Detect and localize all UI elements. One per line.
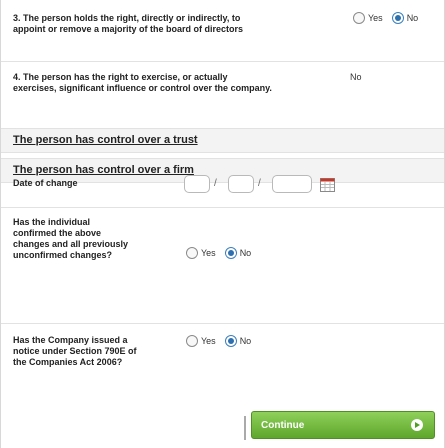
confirm-yes-label[interactable]: Yes bbox=[201, 248, 216, 258]
date-month-input[interactable] bbox=[228, 175, 254, 193]
date-day-input[interactable] bbox=[184, 175, 210, 193]
question-3-text: 3. The person holds the right, directly … bbox=[13, 13, 244, 34]
form-panel: 3. The person holds the right, directly … bbox=[0, 0, 445, 448]
firm-section-link[interactable]: The person has control over a firm bbox=[13, 164, 194, 176]
notice-question-text: Has the Company issued a notice under Se… bbox=[13, 335, 137, 367]
confirm-question-text: Has the individual confirmed the above c… bbox=[13, 217, 129, 260]
continue-button-label[interactable]: Continue bbox=[261, 420, 304, 431]
notice-no-radio[interactable] bbox=[224, 335, 237, 347]
question-4-text: 4. The person has the right to exercise,… bbox=[13, 72, 272, 93]
question-3-yes-radio[interactable] bbox=[353, 12, 365, 24]
divider bbox=[1, 323, 444, 324]
notice-yes-radio[interactable] bbox=[186, 335, 198, 347]
arrow-right-icon[interactable] bbox=[411, 419, 423, 431]
notice-no-label[interactable]: No bbox=[240, 336, 252, 346]
confirm-yes-radio[interactable] bbox=[186, 247, 198, 259]
notice-yes-label[interactable]: Yes bbox=[201, 336, 216, 346]
divider bbox=[1, 61, 444, 62]
confirm-no-label[interactable]: No bbox=[240, 248, 252, 258]
confirm-radio-group: Yes No bbox=[186, 247, 257, 259]
question-3-no-label[interactable]: No bbox=[407, 13, 419, 23]
confirm-no-radio[interactable] bbox=[224, 247, 237, 259]
question-3-radio-group: Yes No bbox=[353, 12, 424, 24]
footer-separator bbox=[244, 416, 246, 440]
trust-section: The person has control over a trust bbox=[1, 128, 444, 153]
date-separator: / bbox=[214, 178, 217, 189]
calendar-icon[interactable] bbox=[320, 177, 335, 192]
continue-button[interactable]: Continue bbox=[251, 411, 435, 439]
date-separator: / bbox=[258, 178, 261, 189]
question-3-yes-label[interactable]: Yes bbox=[368, 13, 383, 23]
divider bbox=[1, 207, 444, 208]
question-3-no-radio[interactable] bbox=[391, 12, 404, 24]
trust-section-link[interactable]: The person has control over a trust bbox=[13, 134, 198, 146]
question-4-value: No bbox=[350, 72, 362, 82]
notice-radio-group: Yes No bbox=[186, 335, 257, 347]
date-year-input[interactable] bbox=[272, 175, 312, 193]
